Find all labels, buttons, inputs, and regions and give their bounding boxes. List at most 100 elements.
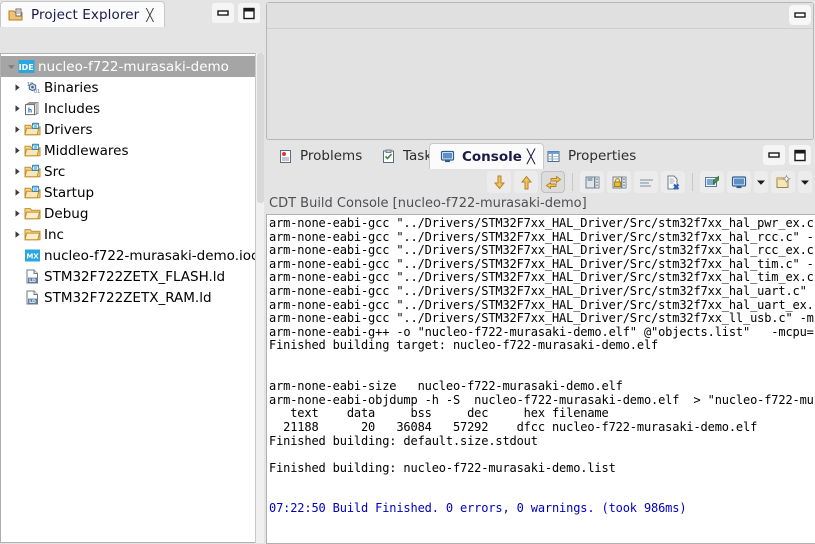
console-line: arm-none-eabi-gcc "../Drivers/STM32F7xx_… (269, 229, 814, 244)
tree-arrow-placeholder (11, 250, 23, 262)
svg-text:IDE: IDE (18, 63, 33, 72)
ioc-file-icon: MX (23, 248, 41, 264)
tree-arrow-placeholder (11, 271, 23, 283)
console-line: arm-none-eabi-gcc "../Drivers/STM32F7xx_… (269, 270, 814, 285)
console-view-tabrow: Problems Tasks Console ╳ Properties (266, 142, 815, 169)
tree-item-includes[interactable]: h Includes (1, 98, 258, 119)
svg-text:LD: LD (29, 299, 36, 305)
svg-text:LD: LD (29, 278, 36, 284)
console-line: arm-none-eabi-gcc "../Drivers/STM32F7xx_… (269, 243, 814, 258)
tree-item-label: Inc (44, 226, 64, 243)
tab-project-explorer[interactable]: Project Explorer ╳ (0, 1, 165, 27)
console-output-area[interactable]: arm-none-eabi-gcc "../Drivers/STM32F7xx_… (266, 214, 815, 544)
close-icon[interactable]: ╳ (527, 149, 535, 165)
chevron-right-icon[interactable] (11, 145, 23, 157)
console-line: 07:22:50 Build Finished. 0 errors, 0 war… (269, 501, 687, 516)
chevron-right-icon[interactable] (11, 208, 23, 220)
editor-tabstrip (267, 3, 813, 29)
console-window-buttons (763, 145, 811, 165)
tree-item-nucleo-f722-murasaki-demo[interactable]: IDE nucleo-f722-murasaki-demo (1, 56, 258, 77)
pin-console-button[interactable] (607, 171, 631, 193)
chevron-right-icon[interactable] (11, 103, 23, 115)
separator-1 (572, 173, 573, 191)
display-console-button[interactable] (727, 171, 751, 193)
maximize-button[interactable] (238, 3, 260, 23)
tree-item-label: Src (44, 163, 66, 180)
console-view: Problems Tasks Console ╳ Properties CDT … (266, 142, 815, 544)
scroll-to-top-button[interactable] (514, 171, 538, 193)
tree-arrow-placeholder (11, 292, 23, 304)
project-tree-scrollbar[interactable] (255, 53, 264, 543)
new-console-button[interactable] (771, 171, 795, 193)
folder-icon (23, 227, 41, 243)
console-line: Finished building: default.size.stdout (269, 433, 538, 448)
tab-console[interactable]: Console ╳ (429, 143, 545, 169)
tab-problems[interactable]: Problems (268, 143, 370, 169)
tree-item-label: Drivers (44, 121, 93, 138)
console-line: Finished building: nucleo-f722-murasaki-… (269, 460, 616, 475)
project-tree[interactable]: IDE nucleo-f722-murasaki-demo 1001Binaries… (0, 53, 258, 543)
svg-text:MX: MX (26, 253, 39, 261)
word-wrap-button[interactable] (634, 171, 658, 193)
tree-item-stm32f722zetx-ram-ld[interactable]: LD STM32F722ZETX_RAM.ld (1, 287, 258, 308)
linker-script-icon: LD (23, 269, 41, 285)
chevron-right-icon[interactable] (11, 187, 23, 199)
svg-text:h: h (27, 108, 31, 115)
source-folder-icon (23, 164, 41, 180)
tree-item-label: Debug (44, 205, 89, 222)
chevron-right-icon[interactable] (11, 229, 23, 241)
tab-properties[interactable]: Properties (536, 143, 644, 169)
open-console-button[interactable] (700, 171, 724, 193)
new-console-menu[interactable] (798, 171, 812, 193)
project-explorer-icon (7, 7, 25, 23)
project-explorer-window-buttons (212, 3, 260, 23)
tree-item-debug[interactable]: Debug (1, 203, 258, 224)
tree-item-inc[interactable]: Inc (1, 224, 258, 245)
chevron-down-icon[interactable] (5, 61, 17, 73)
console-title: CDT Build Console [nucleo-f722-murasaki-… (269, 196, 587, 211)
editor-minimize-button[interactable] (789, 5, 811, 25)
save-console-button[interactable] (580, 171, 604, 193)
includes-icon: h (23, 101, 41, 117)
ide-project-icon: IDE (17, 59, 35, 75)
tree-item-binaries[interactable]: 1001Binaries (1, 77, 258, 98)
chevron-right-icon[interactable] (11, 82, 23, 94)
tree-item-src[interactable]: Src (1, 161, 258, 182)
tree-item-drivers[interactable]: Drivers (1, 119, 258, 140)
source-folder-icon (23, 122, 41, 138)
tree-item-nucleo-f722-murasaki-demo-ioc[interactable]: MX nucleo-f722-murasaki-demo.ioc (1, 245, 258, 266)
display-console-menu[interactable] (754, 171, 768, 193)
tree-item-label: Binaries (44, 79, 99, 96)
separator-2 (692, 173, 693, 191)
console-line: arm-none-eabi-objdump -h -S nucleo-f722-… (269, 392, 814, 407)
tree-item-label: Startup (44, 184, 95, 201)
editor-area (266, 2, 814, 140)
tree-item-startup[interactable]: Startup (1, 182, 258, 203)
maximize-button[interactable] (789, 145, 811, 165)
clear-console-button[interactable] (661, 171, 685, 193)
minimize-button[interactable] (763, 145, 785, 165)
tree-item-middlewares[interactable]: Middlewares (1, 140, 258, 161)
eclipse-ide-window: Project Explorer ╳ IDE nucleo-f722-muras… (0, 0, 815, 544)
tree-item-label: Middlewares (44, 142, 129, 159)
scroll-to-bottom-button[interactable] (487, 171, 511, 193)
tree-item-stm32f722zetx-flash-ld[interactable]: LD STM32F722ZETX_FLASH.ld (1, 266, 258, 287)
console-line: arm-none-eabi-gcc "../Drivers/STM32F7xx_… (269, 297, 814, 312)
scrollbar-thumb[interactable] (257, 53, 264, 203)
tree-item-label: Includes (44, 100, 101, 117)
minimize-button[interactable] (212, 3, 234, 23)
tab-label: Problems (300, 148, 363, 164)
console-line: arm-none-eabi-gcc "../Drivers/STM32F7xx_… (269, 256, 814, 271)
chevron-right-icon[interactable] (11, 124, 23, 136)
console-output-text: arm-none-eabi-gcc "../Drivers/STM32F7xx_… (269, 217, 815, 543)
problems-icon (276, 148, 294, 164)
console-line: arm-none-eabi-size nucleo-f722-murasaki-… (269, 379, 623, 394)
close-icon[interactable]: ╳ (146, 9, 153, 21)
chevron-right-icon[interactable] (11, 166, 23, 178)
scroll-lock-button[interactable] (541, 171, 565, 193)
linker-script-icon: LD (23, 290, 41, 306)
